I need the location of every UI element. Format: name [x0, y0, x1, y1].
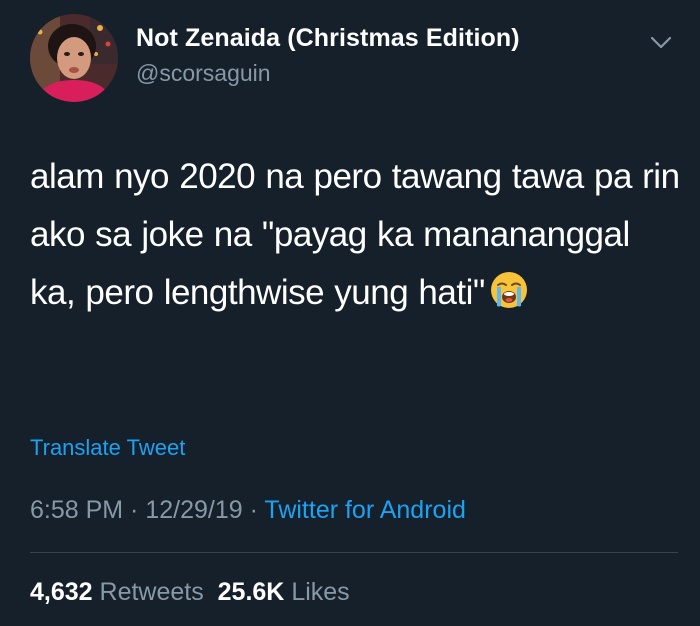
- tweet-meta: 6:58 PM · 12/29/19 · Twitter for Android: [30, 496, 466, 525]
- tweet-text: alam nyo 2020 na pero tawang tawa pa rin…: [30, 157, 690, 312]
- retweets-stat[interactable]: 4,632 Retweets: [30, 578, 204, 606]
- tweet-source-link[interactable]: Twitter for Android: [264, 496, 465, 524]
- divider: [30, 552, 678, 553]
- loudly-crying-face-emoji: [489, 270, 529, 310]
- tweet-body: alam nyo 2020 na pero tawang tawa pa rin…: [30, 148, 680, 322]
- author-handle[interactable]: @scorsaguin: [136, 60, 271, 87]
- meta-separator: ·: [242, 496, 265, 524]
- tweet-stats: 4,632 Retweets 25.6K Likes: [30, 578, 350, 607]
- tweet-card: Not Zenaida (Christmas Edition) @scorsag…: [0, 0, 700, 626]
- retweets-count: 4,632: [30, 578, 93, 606]
- avatar-image: [30, 14, 118, 102]
- likes-count: 25.6K: [217, 578, 285, 606]
- chevron-down-icon[interactable]: [648, 32, 674, 54]
- avatar[interactable]: [30, 14, 118, 102]
- meta-separator: ·: [123, 496, 146, 524]
- author-display-name[interactable]: Not Zenaida (Christmas Edition): [136, 24, 520, 53]
- likes-stat[interactable]: 25.6K Likes: [218, 578, 350, 606]
- tweet-time[interactable]: 6:58 PM: [30, 496, 123, 524]
- retweets-label: Retweets: [99, 578, 204, 606]
- translate-tweet-link[interactable]: Translate Tweet: [30, 435, 185, 461]
- likes-label: Likes: [291, 578, 350, 606]
- tweet-date[interactable]: 12/29/19: [145, 496, 242, 524]
